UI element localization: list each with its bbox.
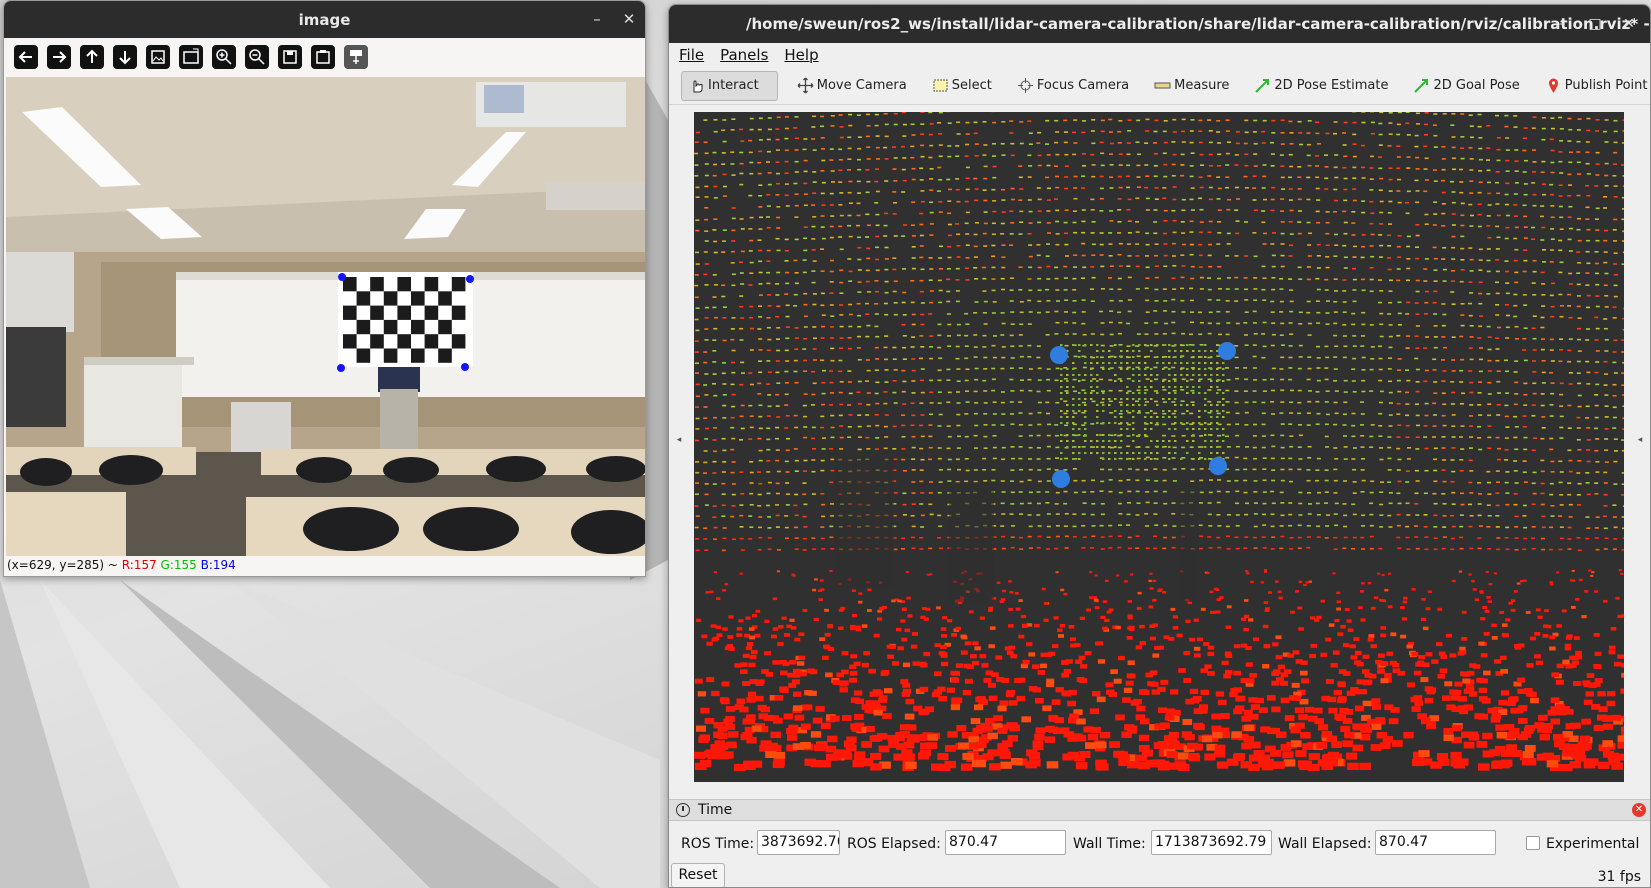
zoom-out-button[interactable]	[243, 43, 271, 71]
save-button[interactable]	[276, 43, 304, 71]
green-arrow-icon	[1413, 77, 1430, 94]
cursor-coords: (x=629, y=285) ~	[7, 558, 122, 572]
tool-bar: Interact Move Camera Select Focus Camera…	[669, 67, 1650, 105]
minimize-button[interactable]: –	[588, 10, 606, 28]
map-pin-icon	[1545, 77, 1562, 94]
reset-button[interactable]: Reset	[671, 863, 725, 887]
tool-2d-goal-pose[interactable]: 2D Goal Pose	[1407, 71, 1525, 101]
copy-button[interactable]	[309, 43, 337, 71]
pan-left-button[interactable]	[12, 43, 40, 71]
maximize-button[interactable]: □	[1586, 15, 1604, 33]
clock-icon	[676, 803, 690, 817]
wall-elapsed-field[interactable]: 870.47	[1375, 830, 1496, 855]
close-button[interactable]: ✕	[1620, 15, 1638, 33]
image-window: image – ✕ (x=629, y=285) ~ R:157 G:155 B…	[3, 0, 646, 577]
menu-bar: File Panels Help	[669, 43, 1650, 67]
wall-elapsed-label: Wall Elapsed:	[1278, 836, 1372, 852]
copy-icon	[311, 45, 335, 69]
time-fields-row: ROS Time: 3873692.76 ROS Elapsed: 870.47…	[669, 830, 1650, 858]
tool-label: Select	[951, 78, 992, 93]
select-box-icon	[932, 77, 949, 94]
tool-focus-camera[interactable]: Focus Camera	[1011, 71, 1135, 101]
move-camera-icon	[797, 77, 814, 94]
tool-label: 2D Goal Pose	[1433, 78, 1520, 93]
save-icon	[278, 45, 302, 69]
green-value: G:155	[160, 558, 197, 572]
zoom-image-button[interactable]	[144, 43, 172, 71]
close-panel-icon[interactable]: ✕	[1632, 803, 1646, 817]
properties-icon	[344, 45, 368, 69]
blue-value: B:194	[200, 558, 236, 572]
experimental-label: Experimental	[1546, 836, 1640, 852]
tool-move-camera[interactable]: Move Camera	[791, 71, 913, 101]
image-window-title: image	[298, 10, 351, 29]
pixel-info-status: (x=629, y=285) ~ R:157 G:155 B:194	[7, 558, 236, 576]
tool-interact[interactable]: Interact	[681, 70, 778, 101]
image-toolbar	[4, 38, 645, 76]
ros-time-label: ROS Time:	[681, 836, 755, 852]
hand-cursor-icon	[688, 77, 705, 94]
zoom-in-button[interactable]	[210, 43, 238, 71]
rviz-titlebar[interactable]: /home/sweun/ros2_ws/install/lidar-camera…	[669, 5, 1650, 43]
experimental-checkbox[interactable]	[1526, 836, 1540, 850]
tool-label: Publish Point	[1564, 78, 1648, 93]
tool-select[interactable]: Select	[926, 71, 998, 101]
close-button[interactable]: ✕	[620, 10, 638, 28]
wall-time-label: Wall Time:	[1073, 836, 1146, 852]
zoom-in-icon	[212, 45, 236, 69]
tool-2d-pose-estimate[interactable]: 2D Pose Estimate	[1248, 71, 1394, 101]
right-dock-handle[interactable]: ◂	[1635, 435, 1645, 445]
ros-elapsed-label: ROS Elapsed:	[847, 836, 941, 852]
zoom-out-icon	[245, 45, 269, 69]
tool-label: 2D Pose Estimate	[1274, 78, 1389, 93]
tool-label: Measure	[1174, 78, 1230, 93]
wall-time-field[interactable]: 1713873692.79	[1151, 830, 1272, 855]
zoom-original-icon	[179, 45, 203, 69]
tool-publish-point[interactable]: Publish Point	[1539, 71, 1650, 101]
pan-down-button[interactable]	[111, 43, 139, 71]
classroom-photo	[6, 77, 645, 556]
pan-left-icon	[14, 45, 38, 69]
focus-crosshair-icon	[1017, 77, 1034, 94]
camera-image[interactable]	[6, 77, 645, 556]
pan-up-button[interactable]	[78, 43, 106, 71]
left-dock-handle[interactable]: ◂	[674, 435, 684, 445]
time-panel-title: Time	[698, 802, 733, 818]
tool-measure[interactable]: Measure	[1148, 71, 1235, 101]
ros-time-field[interactable]: 3873692.76	[757, 830, 840, 855]
rviz-window-title: /home/sweun/ros2_ws/install/lidar-camera…	[746, 15, 1651, 33]
ruler-icon	[1154, 77, 1171, 94]
3d-viewport[interactable]	[694, 112, 1624, 782]
red-value: R:157	[121, 558, 157, 572]
tool-label: Interact	[708, 78, 759, 93]
ros-elapsed-field[interactable]: 870.47	[945, 830, 1066, 855]
pan-up-icon	[80, 45, 104, 69]
time-panel: Time ✕ ROS Time: 3873692.76 ROS Elapsed:…	[669, 799, 1650, 887]
minimize-button[interactable]: –	[1553, 15, 1571, 33]
lidar-point-cloud	[694, 112, 1624, 772]
menu-file[interactable]: File	[679, 46, 704, 64]
zoom-image-icon	[146, 45, 170, 69]
properties-button[interactable]	[342, 43, 370, 71]
zoom-original-button[interactable]	[177, 43, 205, 71]
tool-label: Move Camera	[816, 78, 907, 93]
pan-right-icon	[47, 45, 71, 69]
time-panel-header: Time ✕	[669, 799, 1650, 821]
image-window-titlebar[interactable]: image – ✕	[4, 1, 645, 38]
green-arrow-icon	[1254, 77, 1271, 94]
tool-label: Focus Camera	[1036, 78, 1130, 93]
rviz-window: /home/sweun/ros2_ws/install/lidar-camera…	[668, 4, 1651, 888]
menu-help[interactable]: Help	[784, 46, 818, 64]
pan-right-button[interactable]	[45, 43, 73, 71]
fps-counter: 31 fps	[1597, 869, 1641, 885]
pan-down-icon	[113, 45, 137, 69]
menu-panels[interactable]: Panels	[720, 46, 768, 64]
